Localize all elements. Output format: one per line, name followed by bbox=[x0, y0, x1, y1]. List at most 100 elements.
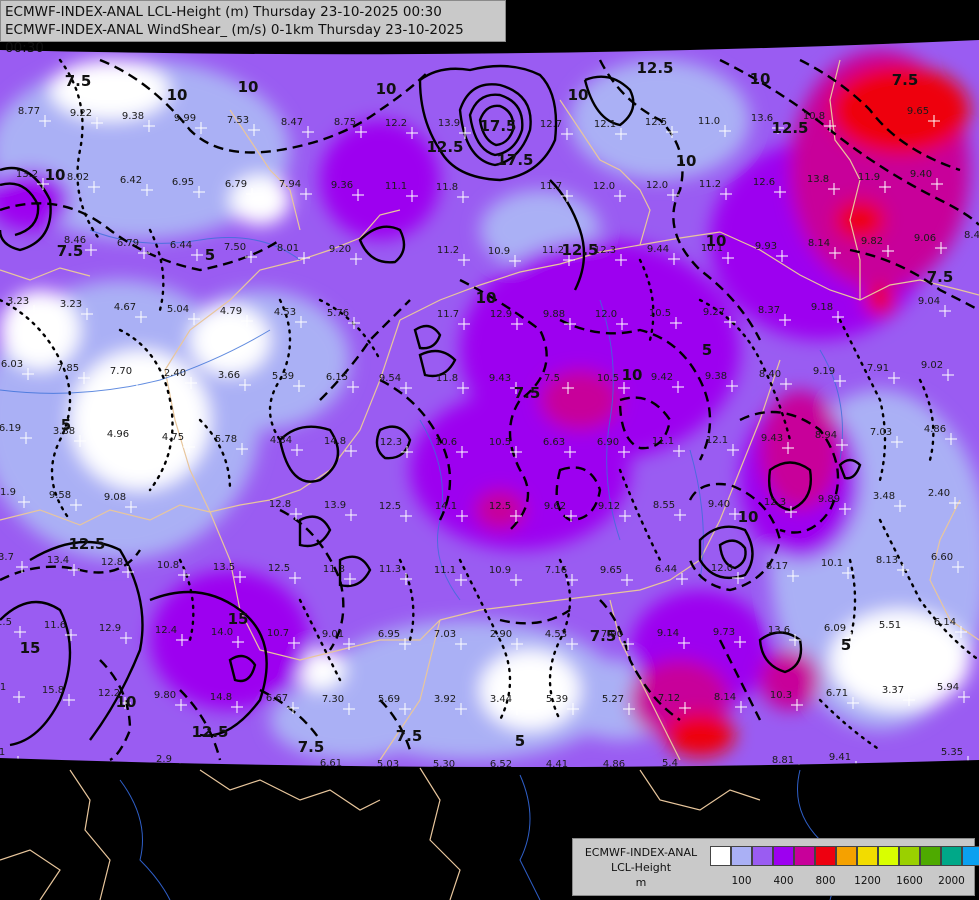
weather-map[interactable]: 8.77 9.22 9.38 9.99 7.53 8.47 8.75 12.2 13.9 12.7… bbox=[0, 0, 979, 900]
contour-label: 10 bbox=[476, 289, 497, 307]
grid-value-label: 3.66 bbox=[218, 370, 240, 381]
grid-value-label: 4.75 bbox=[162, 432, 184, 443]
grid-value-label: 10.9 bbox=[488, 246, 510, 257]
contour-label: 17.5 bbox=[496, 151, 533, 169]
grid-value-label: 6.14 bbox=[934, 617, 956, 628]
grid-value-label: 12.8 bbox=[269, 499, 291, 510]
contour-label: 7.5 bbox=[590, 627, 617, 645]
grid-value-label: 13.9 bbox=[438, 118, 460, 129]
grid-value-label: 9.38 bbox=[122, 111, 144, 122]
grid-value-label: 9.58 bbox=[49, 490, 71, 501]
grid-value-label: 9.44 bbox=[647, 244, 669, 255]
grid-value-label: 9.43 bbox=[761, 433, 783, 444]
grid-value-label: 11.3 bbox=[379, 564, 401, 575]
grid-value-label: 9.65 bbox=[907, 106, 929, 117]
grid-value-label: 11.7 bbox=[437, 309, 459, 320]
grid-value-label: 7.03 bbox=[434, 629, 456, 640]
grid-value-label: 6.60 bbox=[931, 552, 953, 563]
contour-label: 10 bbox=[706, 232, 727, 250]
contour-label: 7.5 bbox=[514, 384, 541, 402]
legend-unit: m bbox=[635, 876, 647, 889]
grid-value-label: 4.53 bbox=[274, 307, 296, 318]
grid-value-label: 5.94 bbox=[937, 682, 959, 693]
grid-value-label: 7.53 bbox=[227, 115, 249, 126]
legend-swatch bbox=[836, 846, 857, 866]
grid-value-label: 10.1 bbox=[821, 558, 843, 569]
grid-value-label: 9.36 bbox=[331, 180, 353, 191]
legend-tick-labels: 100 400 800 1200 1600 2000 bbox=[710, 875, 974, 889]
grid-value-label: 12.0 bbox=[711, 563, 733, 574]
grid-value-label: 3.44 bbox=[490, 694, 512, 705]
grid-value-label: 12.3 bbox=[764, 497, 786, 508]
contour-label: 10 bbox=[622, 366, 643, 384]
grid-value-label: 9.54 bbox=[379, 373, 401, 384]
grid-value-label: 4.67 bbox=[114, 302, 136, 313]
contour-label: 10 bbox=[238, 78, 259, 96]
grid-value-label: 6.90 bbox=[597, 437, 619, 448]
grid-value-label: 11.6 bbox=[44, 620, 66, 631]
grid-value-label: 8.94 bbox=[815, 430, 837, 441]
grid-value-label: 11.7 bbox=[540, 181, 562, 192]
grid-value-label: 9.12 bbox=[598, 501, 620, 512]
grid-value-label: 10.3 bbox=[770, 690, 792, 701]
title-line-lcl: ECMWF-INDEX-ANAL LCL-Height (m) Thursday… bbox=[5, 4, 442, 20]
grid-value-label: 2.90 bbox=[490, 629, 512, 640]
contour-label: 10 bbox=[376, 80, 397, 98]
contour-label: 10 bbox=[568, 86, 589, 104]
grid-value-label: 3.92 bbox=[434, 694, 456, 705]
legend-tick-label: 1200 bbox=[854, 875, 881, 887]
grid-value-label: 3.23 bbox=[7, 296, 29, 307]
grid-value-label: 11.1 bbox=[652, 436, 674, 447]
grid-value-label: 9.42 bbox=[651, 372, 673, 383]
grid-value-label: 7.94 bbox=[279, 179, 301, 190]
grid-value-label: 8.01 bbox=[277, 243, 299, 254]
grid-value-label: 10.5 bbox=[597, 373, 619, 384]
contour-label: 10 bbox=[116, 693, 137, 711]
grid-value-label: 4.53 bbox=[545, 629, 567, 640]
grid-value-label: 14.8 bbox=[210, 692, 232, 703]
grid-value-label: 6.71 bbox=[826, 688, 848, 699]
grid-value-label: 8.13 bbox=[876, 555, 898, 566]
contour-label: 10 bbox=[676, 152, 697, 170]
contour-label: 5 bbox=[515, 732, 525, 750]
grid-value-label: 9.73 bbox=[713, 627, 735, 638]
legend-swatch bbox=[941, 846, 962, 866]
grid-value-label: 9.08 bbox=[104, 492, 126, 503]
grid-value-label: 6.63 bbox=[543, 437, 565, 448]
grid-value-label: 6.09 bbox=[824, 623, 846, 634]
grid-value-label: 7.70 bbox=[110, 366, 132, 377]
grid-value-label: 4.86 bbox=[924, 424, 946, 435]
grid-value-label: 13.9 bbox=[324, 500, 346, 511]
grid-value-label: 10.6 bbox=[435, 437, 457, 448]
legend-tick-label: 100 bbox=[731, 875, 752, 887]
grid-value-label: 8.55 bbox=[653, 500, 675, 511]
grid-value-label: 7.03 bbox=[870, 427, 892, 438]
grid-value-label: 13.6 bbox=[768, 625, 790, 636]
grid-value-label: 6.15 bbox=[326, 372, 348, 383]
grid-value-label: 12.5 bbox=[268, 563, 290, 574]
grid-value-label: 7.12 bbox=[658, 693, 680, 704]
grid-value-label: 12.6 bbox=[753, 177, 775, 188]
grid-value-label: 9.82 bbox=[861, 236, 883, 247]
grid-value-label: 14.8 bbox=[324, 436, 346, 447]
color-legend: ECMWF-INDEX-ANAL LCL-Height m 100 400 800 1… bbox=[572, 838, 979, 896]
grid-value-label: 11.2 bbox=[437, 245, 459, 256]
grid-value-label: 11.2 bbox=[699, 179, 721, 190]
map-title-box: ECMWF-INDEX-ANAL LCL-Height (m) Thursday… bbox=[0, 0, 506, 56]
contour-label: 7.5 bbox=[298, 738, 325, 756]
grid-value-label: 3.23 bbox=[60, 299, 82, 310]
grid-value-label: 11.0 bbox=[698, 116, 720, 127]
grid-value-label: 1 bbox=[0, 747, 5, 758]
contour-label: 12.5 bbox=[561, 241, 598, 259]
grid-value-label: 9.40 bbox=[708, 499, 730, 510]
legend-swatch bbox=[899, 846, 920, 866]
legend-tick-label: 1600 bbox=[896, 875, 923, 887]
contour-label: 7.5 bbox=[396, 727, 423, 745]
legend-swatch bbox=[710, 846, 731, 866]
grid-value-label: 8.47 bbox=[281, 117, 303, 128]
contour-label: 5 bbox=[61, 416, 71, 434]
map-viewer: 8.77 9.22 9.38 9.99 7.53 8.47 8.75 12.2 13.9 12.7… bbox=[0, 0, 979, 900]
grid-value-label: 8.02 bbox=[67, 172, 89, 183]
legend-field: LCL-Height bbox=[610, 861, 672, 874]
contour-label: 17.5 bbox=[479, 117, 516, 135]
